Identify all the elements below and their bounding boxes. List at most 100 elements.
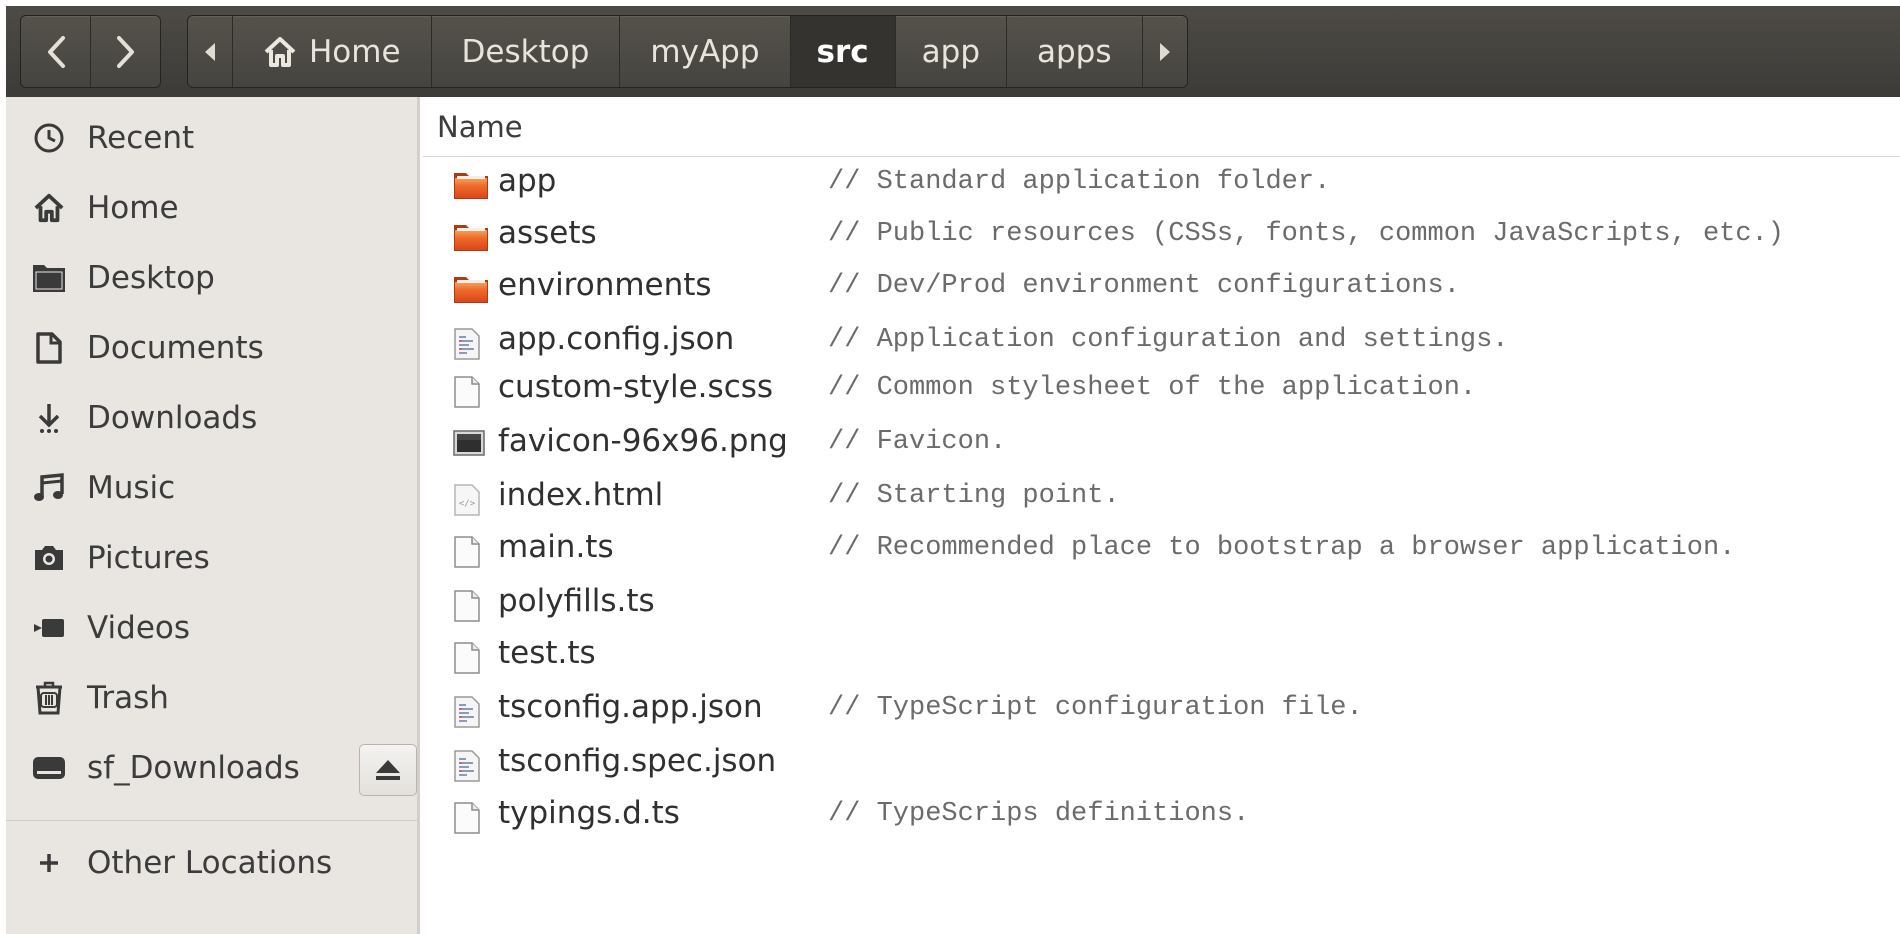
file-name: environments bbox=[498, 267, 712, 303]
sidebar-item-label: Recent bbox=[87, 120, 195, 156]
music-icon bbox=[32, 471, 66, 505]
breadcrumb-scroll-right-button[interactable] bbox=[1143, 16, 1187, 87]
column-header-name[interactable]: Name bbox=[423, 97, 1900, 157]
sidebar-item-label: Home bbox=[87, 190, 179, 226]
file-list-view: Name app// Standard application folder. a… bbox=[423, 97, 1900, 934]
breadcrumb-home[interactable]: Home bbox=[233, 16, 432, 87]
sidebar-divider bbox=[6, 820, 417, 821]
sidebar-item-sf-downloads[interactable]: sf_Downloads bbox=[6, 738, 346, 798]
sidebar-item-label: sf_Downloads bbox=[87, 750, 300, 786]
back-button[interactable] bbox=[21, 16, 90, 87]
download-icon bbox=[32, 401, 66, 435]
home-icon bbox=[32, 191, 66, 225]
triangle-right-icon bbox=[1159, 42, 1170, 61]
video-icon bbox=[32, 611, 66, 645]
home-icon bbox=[264, 36, 296, 67]
file-comment: // Recommended place to bootstrap a brow… bbox=[828, 533, 1736, 563]
triangle-left-icon bbox=[205, 42, 215, 61]
folder-icon bbox=[453, 221, 489, 257]
sidebar-item-home[interactable]: Home bbox=[6, 178, 417, 238]
sidebar-item-other-locations[interactable]: Other Locations bbox=[6, 833, 417, 893]
file-row[interactable]: app.config.json // Application configurat… bbox=[423, 317, 1900, 367]
folder-row[interactable]: app // Standard application folder. bbox=[423, 159, 1900, 209]
file-name: tsconfig.app.json bbox=[498, 689, 763, 725]
breadcrumb-label: myApp bbox=[650, 33, 760, 70]
folder-icon bbox=[453, 169, 489, 205]
chevron-right-icon bbox=[116, 35, 134, 68]
history-nav bbox=[20, 15, 161, 88]
folder-icon bbox=[453, 273, 489, 309]
file-row[interactable]: favicon-96x96.png // Favicon. bbox=[423, 419, 1900, 469]
json-file-icon bbox=[453, 327, 489, 363]
sidebar-item-desktop[interactable]: Desktop bbox=[6, 248, 417, 308]
file-name: favicon-96x96.png bbox=[498, 423, 788, 459]
sidebar-item-documents[interactable]: Documents bbox=[6, 318, 417, 378]
breadcrumb-app[interactable]: app bbox=[896, 16, 1007, 87]
json-file-icon bbox=[453, 695, 489, 731]
file-comment: // TypeScript configuration file. bbox=[828, 693, 1363, 723]
breadcrumb-myapp[interactable]: myApp bbox=[620, 16, 791, 87]
file-name: typings.d.ts bbox=[498, 795, 680, 831]
sidebar-item-label: Videos bbox=[87, 610, 191, 646]
breadcrumb: Home Desktop myApp src app apps bbox=[187, 15, 1188, 88]
forward-button[interactable] bbox=[90, 16, 160, 87]
text-file-icon bbox=[453, 535, 489, 571]
file-row[interactable]: polyfills.ts bbox=[423, 579, 1900, 629]
file-name: app bbox=[498, 163, 557, 199]
sidebar-item-trash[interactable]: Trash bbox=[6, 668, 417, 728]
document-icon bbox=[32, 331, 66, 365]
eject-button[interactable] bbox=[359, 744, 417, 796]
sidebar-item-music[interactable]: Music bbox=[6, 458, 417, 518]
sidebar-item-label: Trash bbox=[87, 680, 169, 716]
html-file-icon: </> bbox=[453, 483, 489, 519]
file-row[interactable]: tsconfig.app.json // TypeScript configura… bbox=[423, 685, 1900, 735]
file-name: main.ts bbox=[498, 529, 614, 565]
sidebar-item-recent[interactable]: Recent bbox=[6, 108, 417, 168]
sidebar: Recent Home Desktop Documents Downloads … bbox=[6, 97, 420, 934]
file-row[interactable]: test.ts bbox=[423, 631, 1900, 681]
column-header-label: Name bbox=[437, 109, 523, 144]
json-file-icon bbox=[453, 749, 489, 785]
file-name: assets bbox=[498, 215, 597, 251]
camera-icon bbox=[32, 541, 66, 575]
file-name: test.ts bbox=[498, 635, 596, 671]
image-file-icon bbox=[453, 429, 489, 465]
folder-row[interactable]: environments // Dev/Prod environment conf… bbox=[423, 263, 1900, 313]
file-name: app.config.json bbox=[498, 321, 735, 357]
file-row[interactable]: custom-style.scss // Common stylesheet of… bbox=[423, 365, 1900, 415]
breadcrumb-apps[interactable]: apps bbox=[1007, 16, 1143, 87]
folder-row[interactable]: assets // Public resources (CSSs, fonts, … bbox=[423, 211, 1900, 261]
file-comment: // Starting point. bbox=[828, 481, 1120, 511]
file-row[interactable]: typings.d.ts // TypeScrips definitions. bbox=[423, 791, 1900, 841]
breadcrumb-scroll-left-button[interactable] bbox=[188, 16, 233, 87]
file-name: tsconfig.spec.json bbox=[498, 743, 777, 779]
breadcrumb-label: apps bbox=[1037, 33, 1112, 70]
text-file-icon bbox=[453, 801, 489, 837]
text-file-icon bbox=[453, 641, 489, 677]
sidebar-item-label: Pictures bbox=[87, 540, 210, 576]
file-row[interactable]: </> index.html // Starting point. bbox=[423, 473, 1900, 523]
breadcrumb-desktop[interactable]: Desktop bbox=[432, 16, 621, 87]
file-comment: // TypeScrips definitions. bbox=[828, 799, 1250, 829]
clock-icon bbox=[32, 121, 66, 155]
file-row[interactable]: main.ts // Recommended place to bootstrap… bbox=[423, 525, 1900, 575]
sidebar-item-videos[interactable]: Videos bbox=[6, 598, 417, 658]
sidebar-item-downloads[interactable]: Downloads bbox=[6, 388, 417, 448]
file-name: index.html bbox=[498, 477, 664, 513]
header-bar: Home Desktop myApp src app apps bbox=[6, 6, 1900, 97]
file-comment: // Common stylesheet of the application. bbox=[828, 373, 1477, 403]
trash-icon bbox=[32, 681, 66, 715]
svg-text:</>: </> bbox=[459, 499, 476, 509]
sidebar-item-label: Documents bbox=[87, 330, 264, 366]
sidebar-item-label: Desktop bbox=[87, 260, 215, 296]
breadcrumb-label: app bbox=[921, 33, 980, 70]
sidebar-item-label: Music bbox=[87, 470, 176, 506]
sidebar-item-pictures[interactable]: Pictures bbox=[6, 528, 417, 588]
text-file-icon bbox=[453, 375, 489, 411]
file-row[interactable]: tsconfig.spec.json bbox=[423, 739, 1900, 789]
file-name: custom-style.scss bbox=[498, 369, 774, 405]
file-comment: // Favicon. bbox=[828, 427, 1007, 457]
breadcrumb-src[interactable]: src bbox=[790, 16, 896, 87]
file-comment: // Public resources (CSSs, fonts, common… bbox=[828, 219, 1784, 249]
breadcrumb-label: Home bbox=[309, 33, 401, 70]
